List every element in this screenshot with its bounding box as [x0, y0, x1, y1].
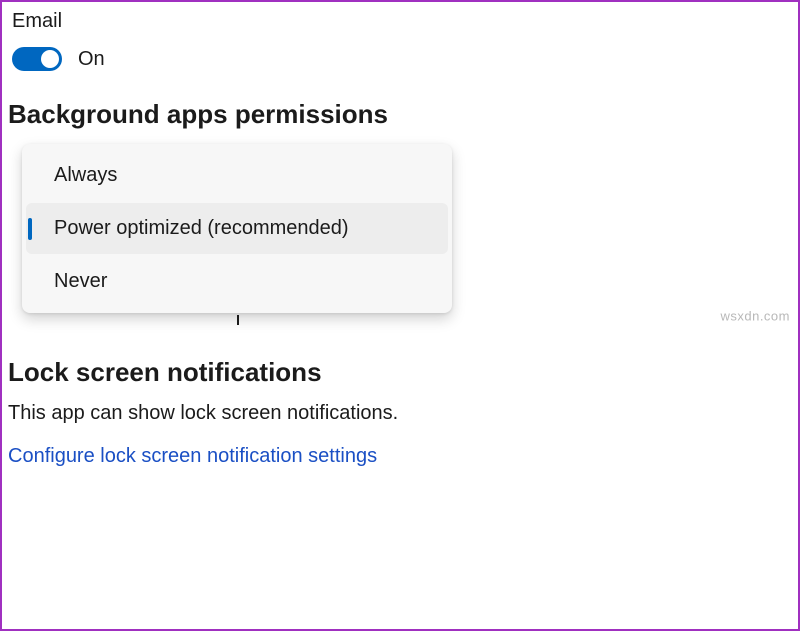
lock-screen-header: Lock screen notifications — [8, 357, 792, 388]
dropdown-option-always[interactable]: Always — [26, 150, 448, 201]
configure-lock-screen-link[interactable]: Configure lock screen notification setti… — [8, 445, 377, 468]
lock-screen-section: Lock screen notifications This app can s… — [8, 357, 792, 468]
background-apps-header: Background apps permissions — [8, 99, 792, 130]
email-toggle-state: On — [78, 48, 105, 71]
toggle-knob — [41, 50, 59, 68]
email-section: Email On — [8, 10, 792, 71]
background-apps-section: Background apps permissions Always Power… — [8, 99, 792, 313]
dropdown-option-power-optimized[interactable]: Power optimized (recommended) — [26, 203, 448, 254]
email-toggle-row: On — [12, 47, 792, 71]
watermark: wsxdn.com — [720, 308, 790, 323]
background-apps-dropdown[interactable]: Always Power optimized (recommended) Nev… — [22, 144, 452, 313]
email-label: Email — [12, 10, 792, 33]
lock-screen-description: This app can show lock screen notificati… — [8, 402, 792, 425]
email-toggle[interactable] — [12, 47, 62, 71]
dropdown-option-never[interactable]: Never — [26, 256, 448, 307]
